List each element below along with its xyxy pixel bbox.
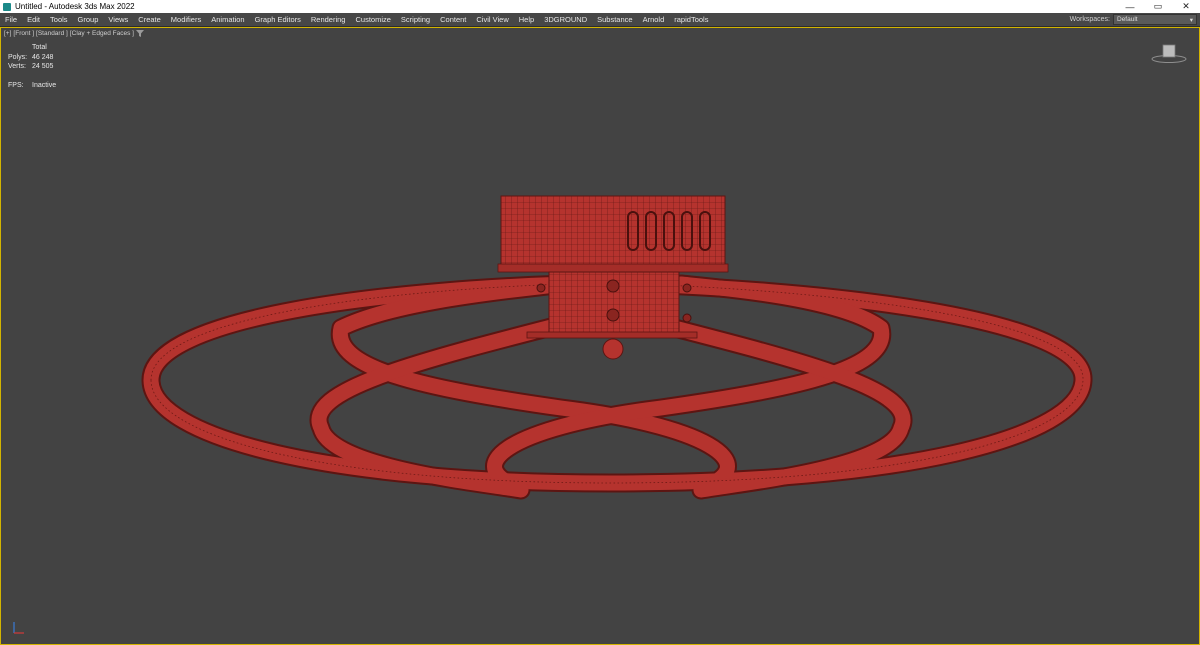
workspaces-label: Workspaces: [1069, 16, 1110, 23]
menu-file[interactable]: File [0, 15, 22, 24]
menu-3dground[interactable]: 3DGROUND [539, 15, 592, 24]
menu-graph-editors[interactable]: Graph Editors [250, 15, 306, 24]
menu-help[interactable]: Help [514, 15, 539, 24]
menu-animation[interactable]: Animation [206, 15, 249, 24]
axis-tripod-icon [11, 620, 27, 636]
viewport-point-of-view[interactable]: [Front ] [13, 30, 34, 39]
workspaces-dropdown[interactable]: Default ▾ [1113, 14, 1197, 25]
viewport-label: [+] [Front ] [Standard ] [Clay + Edged F… [4, 30, 144, 39]
app-icon [3, 2, 11, 11]
menu-civil-view[interactable]: Civil View [471, 15, 513, 24]
menu-modifiers[interactable]: Modifiers [166, 15, 206, 24]
menu-create[interactable]: Create [133, 15, 166, 24]
filter-icon[interactable] [135, 30, 144, 39]
menu-edit[interactable]: Edit [22, 15, 45, 24]
menu-scripting[interactable]: Scripting [396, 15, 435, 24]
chevron-down-icon: ▾ [1189, 16, 1193, 24]
viewport-statistics: Total Polys: 46 248 Verts: 24 505 FPS: Inac… [8, 43, 56, 90]
stats-total-label: Total [32, 44, 47, 51]
stats-polys-label: Polys: [8, 53, 28, 61]
workspaces-value: Default [1117, 16, 1138, 23]
title-bar: Untitled - Autodesk 3ds Max 2022 — ▭ ✕ [0, 0, 1200, 13]
viewport-shading[interactable]: [Clay + Edged Faces ] [70, 30, 134, 39]
maximize-button[interactable]: ▭ [1144, 0, 1172, 13]
viewcube-icon[interactable] [1151, 42, 1187, 64]
menu-substance[interactable]: Substance [592, 15, 637, 24]
menu-content[interactable]: Content [435, 15, 471, 24]
menu-bar: File Edit Tools Group Views Create Modif… [0, 13, 1200, 27]
stats-verts-label: Verts: [8, 63, 26, 70]
menu-group[interactable]: Group [73, 15, 104, 24]
stats-fps-value: Inactive [32, 81, 57, 89]
stats-fps-label: FPS: [8, 81, 24, 89]
menu-tools[interactable]: Tools [45, 15, 73, 24]
window-title: Untitled - Autodesk 3ds Max 2022 [15, 2, 135, 11]
viewport-style[interactable]: [Standard ] [36, 30, 68, 39]
menu-customize[interactable]: Customize [350, 15, 395, 24]
model-render [141, 195, 1093, 500]
menu-rendering[interactable]: Rendering [306, 15, 351, 24]
viewport-menu-button[interactable]: [+] [4, 30, 11, 39]
minimize-button[interactable]: — [1116, 0, 1144, 13]
stats-verts-value: 24 505 [32, 63, 54, 70]
menu-rapidtools[interactable]: rapidTools [669, 15, 713, 24]
stats-polys-value: 46 248 [32, 53, 54, 61]
viewport-front[interactable]: [+] [Front ] [Standard ] [Clay + Edged F… [0, 27, 1200, 645]
menu-views[interactable]: Views [103, 15, 133, 24]
menu-arnold[interactable]: Arnold [638, 15, 670, 24]
close-button[interactable]: ✕ [1172, 0, 1200, 13]
window-controls: — ▭ ✕ [1116, 0, 1200, 13]
